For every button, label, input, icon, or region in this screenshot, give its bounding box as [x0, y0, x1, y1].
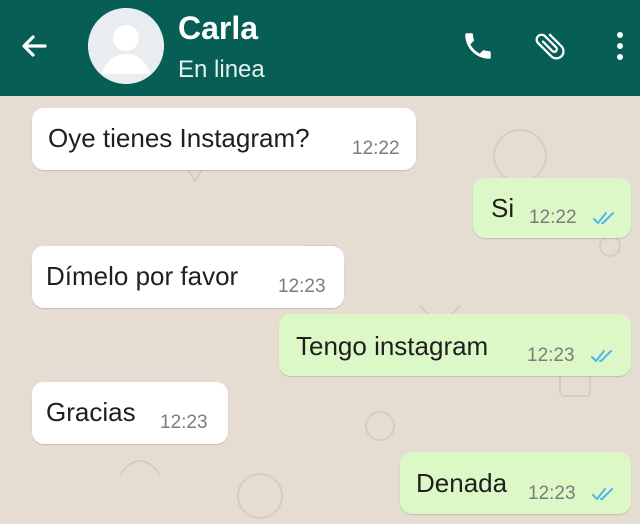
- message-bubble-incoming[interactable]: Gracias 12:23: [32, 382, 228, 444]
- message-bubble-outgoing[interactable]: Si 12:22: [473, 178, 631, 238]
- message-bubble-outgoing[interactable]: Tengo instagram 12:23: [279, 314, 631, 376]
- phone-icon[interactable]: [458, 26, 498, 66]
- message-time: 12:22: [529, 207, 577, 228]
- message-text: Oye tienes Instagram?: [48, 123, 310, 153]
- message-time: 12:23: [278, 276, 326, 297]
- back-arrow-icon[interactable]: [14, 26, 54, 66]
- message-text: Si: [491, 193, 515, 223]
- chat-area[interactable]: Oye tienes Instagram? 12:22 Si 12:22 Dím…: [0, 96, 640, 524]
- message-time: 12:23: [527, 345, 575, 366]
- double-check-icon: [593, 212, 614, 225]
- chat-header: Carla En linea: [0, 0, 640, 96]
- message-time: 12:23: [528, 483, 576, 504]
- double-check-icon: [591, 350, 612, 363]
- message-text: Dímelo por favor: [46, 261, 239, 291]
- contact-status: En linea: [178, 56, 265, 83]
- paperclip-icon[interactable]: [530, 26, 570, 66]
- contact-name[interactable]: Carla: [178, 10, 258, 46]
- message-bubble-incoming[interactable]: Dímelo por favor 12:23: [32, 246, 344, 308]
- message-text: Denada: [416, 468, 508, 498]
- double-check-icon: [592, 488, 613, 501]
- more-vert-icon[interactable]: [600, 26, 640, 66]
- message-text: Gracias: [46, 397, 136, 427]
- message-time: 12:23: [160, 412, 208, 433]
- message-bubble-incoming[interactable]: Oye tienes Instagram? 12:22: [32, 108, 416, 170]
- message-bubble-outgoing[interactable]: Denada 12:23: [400, 452, 631, 514]
- message-text: Tengo instagram: [296, 331, 489, 361]
- message-time: 12:22: [352, 138, 400, 159]
- avatar[interactable]: [88, 8, 164, 84]
